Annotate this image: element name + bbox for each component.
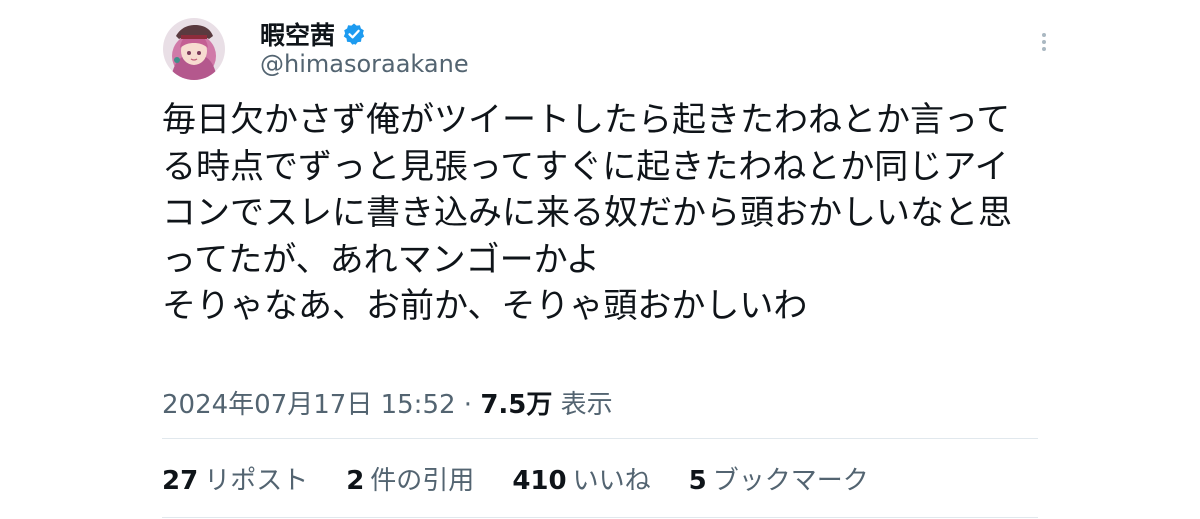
ellipsis-dot	[1042, 47, 1046, 51]
views-label: 表示	[560, 390, 613, 420]
tweet-card: 暇空茜 @himasoraakane 毎日欠かさず俺がツイートしたら起きたわねと…	[0, 0, 1200, 519]
likes-stat[interactable]: 410 いいね	[512, 460, 650, 497]
tweet-meta: 2024年07月17日 15:52 · 7.5万 表示	[162, 384, 613, 421]
quotes-count: 2	[346, 466, 365, 496]
tweet-text-line: そりゃなあ、お前か、そりゃ頭おかしいわ	[162, 286, 808, 326]
author-avatar[interactable]	[163, 18, 225, 80]
tweet-text-line: コンでスレに書き込みに来る奴だから頭おかしいなと思	[162, 193, 1012, 233]
likes-label: いいね	[572, 466, 651, 496]
reposts-stat[interactable]: 27 リポスト	[162, 460, 308, 497]
quotes-stat[interactable]: 2 件の引用	[346, 460, 474, 497]
bookmarks-stat[interactable]: 5 ブックマーク	[689, 460, 869, 497]
reposts-count: 27	[162, 466, 199, 496]
author-name-row: 暇空茜	[260, 14, 366, 54]
bookmarks-label: ブックマーク	[712, 466, 869, 496]
meta-separator: ·	[463, 390, 473, 420]
reposts-label: リポスト	[204, 466, 309, 496]
vertical-ellipsis-icon	[1042, 33, 1046, 37]
tweet-text-line: る時点でずっと見張ってすぐに起きたわねとか同じアイ	[162, 146, 1009, 187]
tweet-text: 毎日欠かさず俺がツイートしたら起きたわねとか言って る時点でずっと見張ってすぐに…	[162, 97, 1062, 330]
more-options-button[interactable]	[1030, 26, 1058, 58]
views-count: 7.5万	[480, 390, 553, 420]
tweet-timestamp[interactable]: 2024年07月17日 15:52	[162, 390, 456, 420]
engagement-stats: 27 リポスト 2 件の引用 410 いいね 5 ブックマーク	[162, 460, 869, 497]
tweet-text-line: 毎日欠かさず俺がツイートしたら起きたわねとか言って	[162, 100, 1011, 140]
author-handle[interactable]: @himasoraakane	[260, 50, 469, 78]
ellipsis-dot	[1042, 40, 1046, 44]
bookmarks-count: 5	[688, 466, 707, 496]
likes-count: 410	[512, 466, 567, 496]
divider	[162, 438, 1038, 439]
tweet-text-line: ってたが、あれマンゴーかよ	[162, 239, 600, 280]
anime-character-avatar-icon	[163, 18, 225, 80]
verified-badge-icon	[342, 22, 366, 46]
quotes-label: 件の引用	[370, 466, 475, 496]
divider	[162, 517, 1038, 518]
author-display-name[interactable]: 暇空茜	[260, 16, 335, 52]
